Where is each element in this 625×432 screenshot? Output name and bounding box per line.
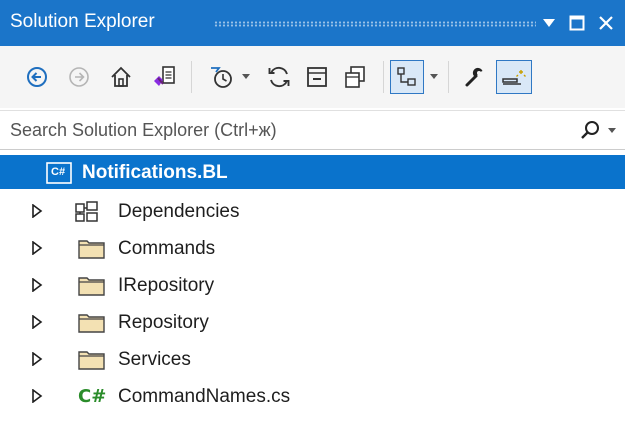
expand-arrow-icon[interactable] (30, 389, 44, 403)
show-all-files-icon (345, 66, 365, 88)
tree-item-label: Notifications.BL (82, 162, 228, 183)
forward-button[interactable] (62, 60, 96, 94)
search-input[interactable] (6, 115, 578, 145)
toolbar-separator (191, 61, 192, 93)
show-all-files-button[interactable] (338, 60, 372, 94)
preview-selected-items-button[interactable] (390, 60, 424, 94)
folder-icon (74, 347, 114, 373)
back-icon (27, 67, 47, 87)
folder-icon (74, 273, 114, 299)
csharp-project-icon: C# (46, 160, 86, 186)
collapse-all-button[interactable] (300, 60, 334, 94)
tree-item-irepository[interactable]: IRepository (0, 268, 625, 302)
window-title: Solution Explorer (10, 11, 155, 32)
toolbar-separator (448, 61, 449, 93)
title-bar: Solution Explorer (0, 0, 625, 46)
wrench-icon (465, 67, 483, 87)
sync-with-active-document-button[interactable] (262, 60, 296, 94)
close-icon (599, 16, 613, 30)
expand-arrow-icon[interactable] (30, 278, 44, 292)
expand-arrow-icon[interactable] (30, 204, 44, 218)
tree-item-label: Commands (118, 238, 216, 259)
tree-item-commandnames-cs[interactable]: C# CommandNames.cs (0, 379, 625, 413)
chevron-down-icon (608, 128, 616, 133)
switch-views-icon (154, 66, 175, 86)
tree-item-label: CommandNames.cs (118, 386, 291, 407)
pending-changes-filter-button[interactable] (204, 60, 238, 94)
expand-arrow-icon[interactable] (30, 241, 44, 255)
close-button[interactable] (593, 8, 619, 38)
forward-icon (69, 67, 89, 87)
tree-item-services[interactable]: Services (0, 342, 625, 376)
folder-icon (74, 236, 114, 262)
expand-arrow-icon[interactable] (30, 352, 44, 366)
toolbar-separator (383, 61, 384, 93)
folder-icon (74, 310, 114, 336)
maximize-icon (569, 15, 585, 31)
switch-views-button[interactable] (146, 60, 182, 94)
back-button[interactable] (20, 60, 54, 94)
tree-item-repository[interactable]: Repository (0, 305, 625, 339)
pending-changes-dropdown[interactable] (238, 60, 254, 94)
dependencies-icon (74, 199, 114, 225)
chevron-down-icon (430, 74, 438, 79)
collapse-all-icon (307, 67, 327, 87)
chevron-down-icon (242, 74, 250, 79)
home-button[interactable] (104, 60, 138, 94)
tree-root-project[interactable]: C# Notifications.BL (0, 155, 625, 189)
tree-item-commands[interactable]: Commands (0, 231, 625, 265)
window-position-dropdown-button[interactable] (536, 8, 562, 38)
title-grip[interactable] (214, 21, 536, 27)
chevron-down-icon (543, 19, 555, 27)
maximize-button[interactable] (564, 8, 590, 38)
sync-icon (268, 66, 290, 88)
tree-item-label: Repository (118, 312, 209, 333)
search-bar (0, 110, 625, 150)
toggle-preview-button[interactable] (496, 60, 532, 94)
properties-button[interactable] (458, 60, 492, 94)
csharp-badge: C# (78, 386, 107, 407)
home-icon (111, 66, 131, 87)
csharp-file-icon: C# (74, 384, 114, 410)
csharp-badge: C# (51, 166, 66, 178)
tree-item-label: IRepository (118, 275, 215, 296)
preview-selected-dropdown[interactable] (426, 60, 442, 94)
search-options-button[interactable] (580, 119, 620, 143)
tree-item-label: Services (118, 349, 191, 370)
preview-selected-icon (397, 67, 416, 86)
search-icon (581, 121, 599, 139)
tree-item-label: Dependencies (118, 201, 240, 222)
tree-item-dependencies[interactable]: Dependencies (0, 194, 625, 228)
preview-icon (502, 70, 526, 85)
toolbar (0, 46, 625, 108)
expand-arrow-icon[interactable] (30, 315, 44, 329)
pending-changes-filter-icon (211, 67, 232, 88)
